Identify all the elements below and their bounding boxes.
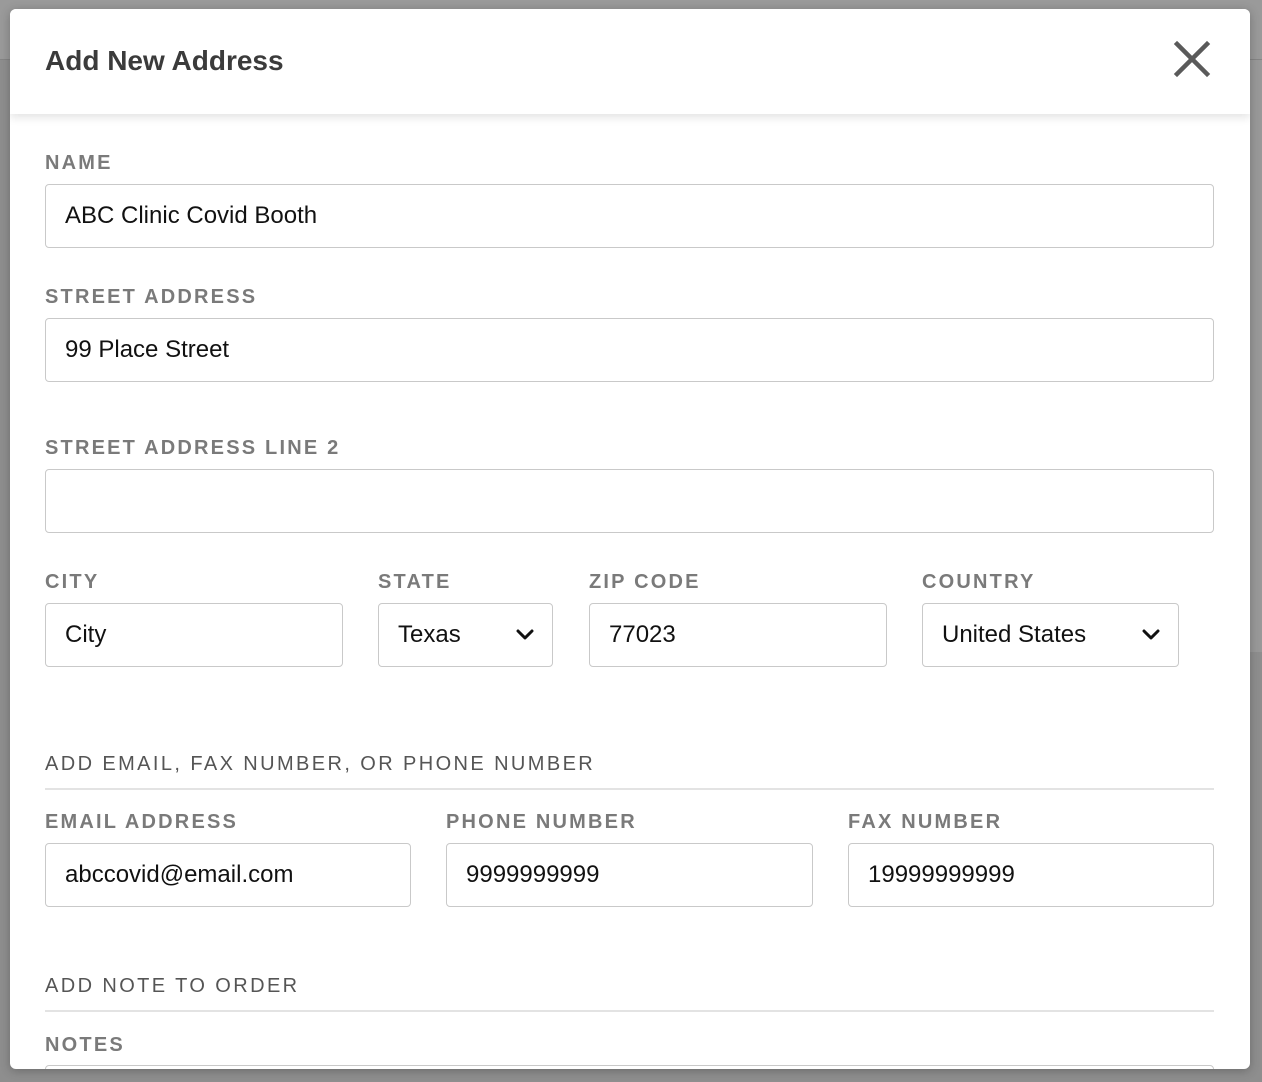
phone-input[interactable] <box>466 844 812 906</box>
country-selected-value: United States <box>942 621 1087 648</box>
city-input[interactable] <box>65 604 342 666</box>
name-field[interactable] <box>45 184 1214 248</box>
contact-section-divider <box>45 788 1214 790</box>
city-label: CITY <box>45 571 100 593</box>
street-address-label: STREET ADDRESS <box>45 286 258 308</box>
email-input[interactable] <box>65 844 410 906</box>
add-address-modal: Add New Address NAME STREET ADDRESS STRE… <box>10 9 1250 1069</box>
notes-field[interactable] <box>45 1065 1214 1069</box>
name-input[interactable] <box>65 185 1213 247</box>
fax-input[interactable] <box>868 844 1213 906</box>
notes-section-heading: ADD NOTE TO ORDER <box>45 975 300 997</box>
notes-section-divider <box>45 1010 1214 1012</box>
zip-code-field[interactable] <box>589 603 887 667</box>
state-selected-value: Texas <box>398 621 461 648</box>
close-icon <box>1173 40 1211 78</box>
email-label: EMAIL ADDRESS <box>45 811 239 833</box>
chevron-down-icon <box>516 629 534 640</box>
notes-label: NOTES <box>45 1034 125 1056</box>
contact-section-heading: ADD EMAIL, FAX NUMBER, OR PHONE NUMBER <box>45 753 596 775</box>
street-address-2-input[interactable] <box>65 470 1213 532</box>
phone-field[interactable] <box>446 843 813 907</box>
street-address-input[interactable] <box>65 319 1213 381</box>
background-accent <box>0 105 8 131</box>
close-button[interactable] <box>1170 37 1214 81</box>
state-label: STATE <box>378 571 452 593</box>
country-label: COUNTRY <box>922 571 1036 593</box>
country-select[interactable]: United States <box>922 603 1179 667</box>
phone-label: PHONE NUMBER <box>446 811 637 833</box>
modal-title: Add New Address <box>45 45 284 76</box>
name-label: NAME <box>45 152 113 174</box>
street-address-2-field[interactable] <box>45 469 1214 533</box>
city-field[interactable] <box>45 603 343 667</box>
modal-header: Add New Address <box>10 9 1250 114</box>
street-address-field[interactable] <box>45 318 1214 382</box>
background-panel-edge <box>1248 60 1262 652</box>
street-address-2-label: STREET ADDRESS LINE 2 <box>45 437 341 459</box>
zip-code-label: ZIP CODE <box>589 571 701 593</box>
fax-label: FAX NUMBER <box>848 811 1003 833</box>
state-select[interactable]: Texas <box>378 603 553 667</box>
zip-code-input[interactable] <box>609 604 886 666</box>
email-field[interactable] <box>45 843 411 907</box>
chevron-down-icon <box>1142 629 1160 640</box>
fax-field[interactable] <box>848 843 1214 907</box>
